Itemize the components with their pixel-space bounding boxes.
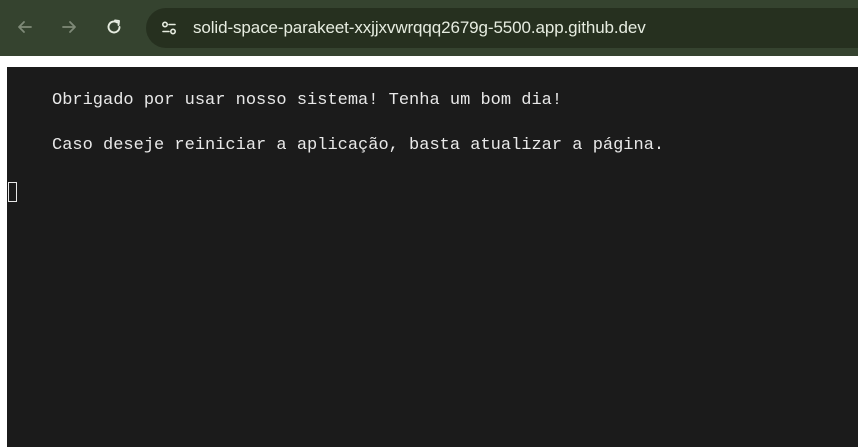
address-bar[interactable]: solid-space-parakeet-xxjjxvwrqqq2679g-55… (146, 8, 858, 48)
arrow-right-icon (62, 21, 76, 33)
reload-icon (107, 19, 121, 34)
url-text[interactable]: solid-space-parakeet-xxjjxvwrqqq2679g-55… (193, 18, 646, 38)
terminal-line: Caso deseje reiniciar a aplicação, basta… (52, 136, 665, 155)
back-button[interactable] (8, 10, 42, 44)
page-top-strip (0, 56, 858, 67)
forward-button[interactable] (52, 10, 86, 44)
text-cursor (8, 182, 17, 202)
site-info-button[interactable] (156, 15, 182, 41)
arrow-left-icon (18, 21, 32, 33)
terminal-output[interactable]: Obrigado por usar nosso sistema! Tenha u… (7, 67, 858, 447)
tune-icon (161, 21, 177, 35)
browser-toolbar: solid-space-parakeet-xxjjxvwrqqq2679g-55… (0, 0, 858, 56)
reload-button[interactable] (97, 10, 131, 44)
terminal-line: Obrigado por usar nosso sistema! Tenha u… (52, 91, 563, 110)
